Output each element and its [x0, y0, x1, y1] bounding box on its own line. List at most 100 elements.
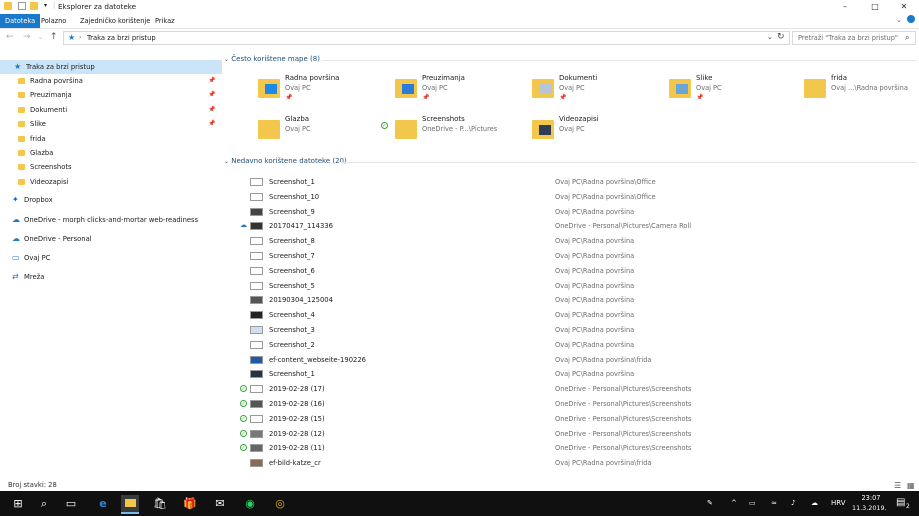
- forward-arrow-icon[interactable]: →: [23, 32, 31, 42]
- file-name: ef-bild-katze_cr: [269, 459, 321, 468]
- list-item[interactable]: Screenshot_4 Ovaj PC\Radna površina: [224, 308, 916, 323]
- customize-toolbar-icon[interactable]: ▾: [44, 2, 47, 9]
- chrome-icon[interactable]: ◎: [271, 495, 289, 512]
- folder-name: Glazba: [285, 115, 310, 123]
- file-thumbnail-icon: [250, 326, 263, 334]
- sidebar-item-traka-za-brzi-pristup[interactable]: ★ Traka za brzi pristup: [0, 60, 222, 74]
- sidebar-item-dokumenti[interactable]: Dokumenti 📌: [0, 103, 222, 117]
- list-item[interactable]: ✓ 2019-02-28 (16) OneDrive - Personal\Pict…: [224, 397, 916, 412]
- list-item[interactable]: ☁ 20170417_114336 OneDrive - Personal\Pict…: [224, 219, 916, 234]
- breadcrumb[interactable]: Traka za brzi pristup: [87, 34, 156, 42]
- list-item[interactable]: Screenshot_10 Ovaj PC\Radna površina\Offi…: [224, 190, 916, 205]
- recent-section-header[interactable]: ⌄ Nedavno korištene datoteke (20): [224, 157, 347, 165]
- language-indicator[interactable]: HRV: [831, 499, 846, 507]
- volume-icon[interactable]: ♪: [791, 499, 795, 507]
- sidebar-item-ovaj-pc[interactable]: ▭ Ovaj PC: [0, 251, 222, 265]
- list-item[interactable]: ✓ 2019-02-28 (15) OneDrive - Personal\Pict…: [224, 412, 916, 427]
- folder-tile[interactable]: Radna površina Ovaj PC 📌: [258, 72, 388, 106]
- sidebar-item-preuzimanja[interactable]: Preuzimanja 📌: [0, 88, 222, 102]
- store-icon[interactable]: 🛍: [151, 495, 169, 512]
- pin-icon: 📌: [696, 94, 704, 101]
- list-item[interactable]: ✓ 2019-02-28 (11) OneDrive - Personal\Pict…: [224, 441, 916, 456]
- pin-icon[interactable]: 📌: [208, 103, 215, 117]
- maximize-button[interactable]: □: [860, 0, 890, 14]
- file-explorer-icon[interactable]: [121, 495, 139, 514]
- search-input[interactable]: Pretraži "Traka za brzi pristup" ⌕: [792, 31, 916, 45]
- list-item[interactable]: Screenshot_1 Ovaj PC\Radna površina: [224, 367, 916, 382]
- gift-icon[interactable]: 🎁: [181, 495, 199, 512]
- help-icon[interactable]: [907, 15, 915, 23]
- search-icon[interactable]: ⌕: [35, 495, 53, 512]
- folder-icon: [18, 74, 25, 89]
- wifi-icon[interactable]: ≈: [771, 499, 777, 507]
- new-folder-icon[interactable]: [30, 2, 38, 10]
- properties-icon[interactable]: [18, 2, 26, 10]
- sidebar-item-videozapisi[interactable]: Videozapisi: [0, 175, 222, 189]
- list-item[interactable]: Screenshot_8 Ovaj PC\Radna površina: [224, 234, 916, 249]
- list-item[interactable]: ✓ 2019-02-28 (17) OneDrive - Personal\Pict…: [224, 382, 916, 397]
- tab-view[interactable]: Prikaz: [150, 14, 180, 28]
- tab-file[interactable]: Datoteka: [0, 14, 41, 28]
- folder-tile[interactable]: Videozapisi Ovaj PC: [532, 113, 662, 147]
- refresh-icon[interactable]: ↻: [777, 32, 785, 42]
- mail-icon[interactable]: ✉: [211, 495, 229, 512]
- list-item[interactable]: 20190304_125004 Ovaj PC\Radna površina: [224, 293, 916, 308]
- close-button[interactable]: ✕: [889, 0, 919, 14]
- list-item[interactable]: Screenshot_1 Ovaj PC\Radna površina\Offic…: [224, 175, 916, 190]
- pin-icon[interactable]: 📌: [208, 117, 215, 131]
- clock-time[interactable]: 23:07: [858, 494, 884, 502]
- sidebar-item-onedrive-personal[interactable]: ☁ OneDrive - Personal: [0, 232, 222, 246]
- details-view-icon[interactable]: ☰: [894, 481, 901, 490]
- show-hidden-icons-chevron-icon[interactable]: ^: [731, 499, 737, 507]
- sidebar-item-mre-a[interactable]: ⇄ Mreža: [0, 270, 222, 284]
- list-item[interactable]: ✓ 2019-02-28 (12) OneDrive - Personal\Pict…: [224, 427, 916, 442]
- large-icons-view-icon[interactable]: ▦: [907, 481, 915, 490]
- pin-icon[interactable]: 📌: [208, 88, 215, 102]
- back-arrow-icon[interactable]: ←: [6, 32, 14, 42]
- list-item[interactable]: Screenshot_2 Ovaj PC\Radna površina: [224, 338, 916, 353]
- sidebar-item-onedrive-morph-clicks-and-mortar-web-readiness[interactable]: ☁ OneDrive - morph clicks-and-mortar web-…: [0, 213, 222, 227]
- minimize-button[interactable]: –: [830, 0, 860, 14]
- address-bar[interactable]: ★ › Traka za brzi pristup ⌄ ↻: [63, 31, 790, 45]
- whatsapp-icon[interactable]: ◉: [241, 495, 259, 512]
- battery-icon[interactable]: ▭: [749, 499, 756, 507]
- sidebar-item-slike[interactable]: Slike 📌: [0, 117, 222, 131]
- windows-start-icon[interactable]: ⊞: [9, 495, 27, 512]
- file-thumbnail-icon: [250, 385, 263, 394]
- folder-tile[interactable]: frida Ovaj ...\Radna površina: [804, 72, 919, 106]
- list-item[interactable]: Screenshot_9 Ovaj PC\Radna površina: [224, 205, 916, 220]
- pen-icon[interactable]: ✎: [707, 499, 713, 507]
- folder-tile[interactable]: Glazba Ovaj PC: [258, 113, 388, 147]
- list-item[interactable]: Screenshot_5 Ovaj PC\Radna površina: [224, 279, 916, 294]
- folder-location: Ovaj ...\Radna površina: [831, 84, 908, 92]
- folder-tile[interactable]: Preuzimanja Ovaj PC 📌: [395, 72, 525, 106]
- list-item[interactable]: ef-bild-katze_cr Ovaj PC\Radna površina\f…: [224, 456, 916, 471]
- file-location: Ovaj PC\Radna površina: [555, 281, 635, 290]
- tab-home[interactable]: Polazno: [36, 14, 71, 28]
- list-item[interactable]: Screenshot_3 Ovaj PC\Radna površina: [224, 323, 916, 338]
- clock-date[interactable]: 11.3.2019.: [852, 504, 887, 512]
- sidebar-item-glazba[interactable]: Glazba: [0, 146, 222, 160]
- expand-ribbon-icon[interactable]: ⌄: [896, 16, 902, 24]
- sidebar-item-screenshots[interactable]: Screenshots: [0, 160, 222, 174]
- sidebar-item-radna-povr-ina[interactable]: Radna površina 📌: [0, 74, 222, 88]
- list-item[interactable]: Screenshot_6 Ovaj PC\Radna površina: [224, 264, 916, 279]
- sidebar-item-dropbox[interactable]: ✦ Dropbox: [0, 193, 222, 207]
- sidebar-item-frida[interactable]: frida: [0, 132, 222, 146]
- tab-share[interactable]: Zajedničko korištenje: [75, 14, 155, 28]
- collapse-chevron-icon: ⌄: [224, 158, 230, 165]
- pin-icon[interactable]: 📌: [208, 74, 215, 88]
- onedrive-icon[interactable]: ☁: [811, 499, 818, 507]
- up-arrow-icon[interactable]: ↑: [50, 32, 58, 42]
- action-center-icon[interactable]: ▤: [896, 497, 905, 508]
- frequent-section-header[interactable]: ⌄ Često korištene mape (8): [224, 55, 320, 63]
- recent-locations-chevron-icon[interactable]: ⌄: [38, 34, 43, 41]
- folder-tile[interactable]: Dokumenti Ovaj PC 📌: [532, 72, 662, 106]
- list-item[interactable]: ef-content_webseite-190226 Ovaj PC\Radna …: [224, 353, 916, 368]
- task-view-icon[interactable]: ▭: [62, 495, 80, 512]
- list-item[interactable]: Screenshot_7 Ovaj PC\Radna površina: [224, 249, 916, 264]
- folder-tile[interactable]: Screenshots OneDrive - P...\Pictures ✓: [381, 113, 525, 147]
- address-dropdown-icon[interactable]: ⌄: [767, 33, 773, 41]
- edge-icon[interactable]: e: [94, 495, 112, 512]
- folder-tile[interactable]: Slike Ovaj PC 📌: [669, 72, 799, 106]
